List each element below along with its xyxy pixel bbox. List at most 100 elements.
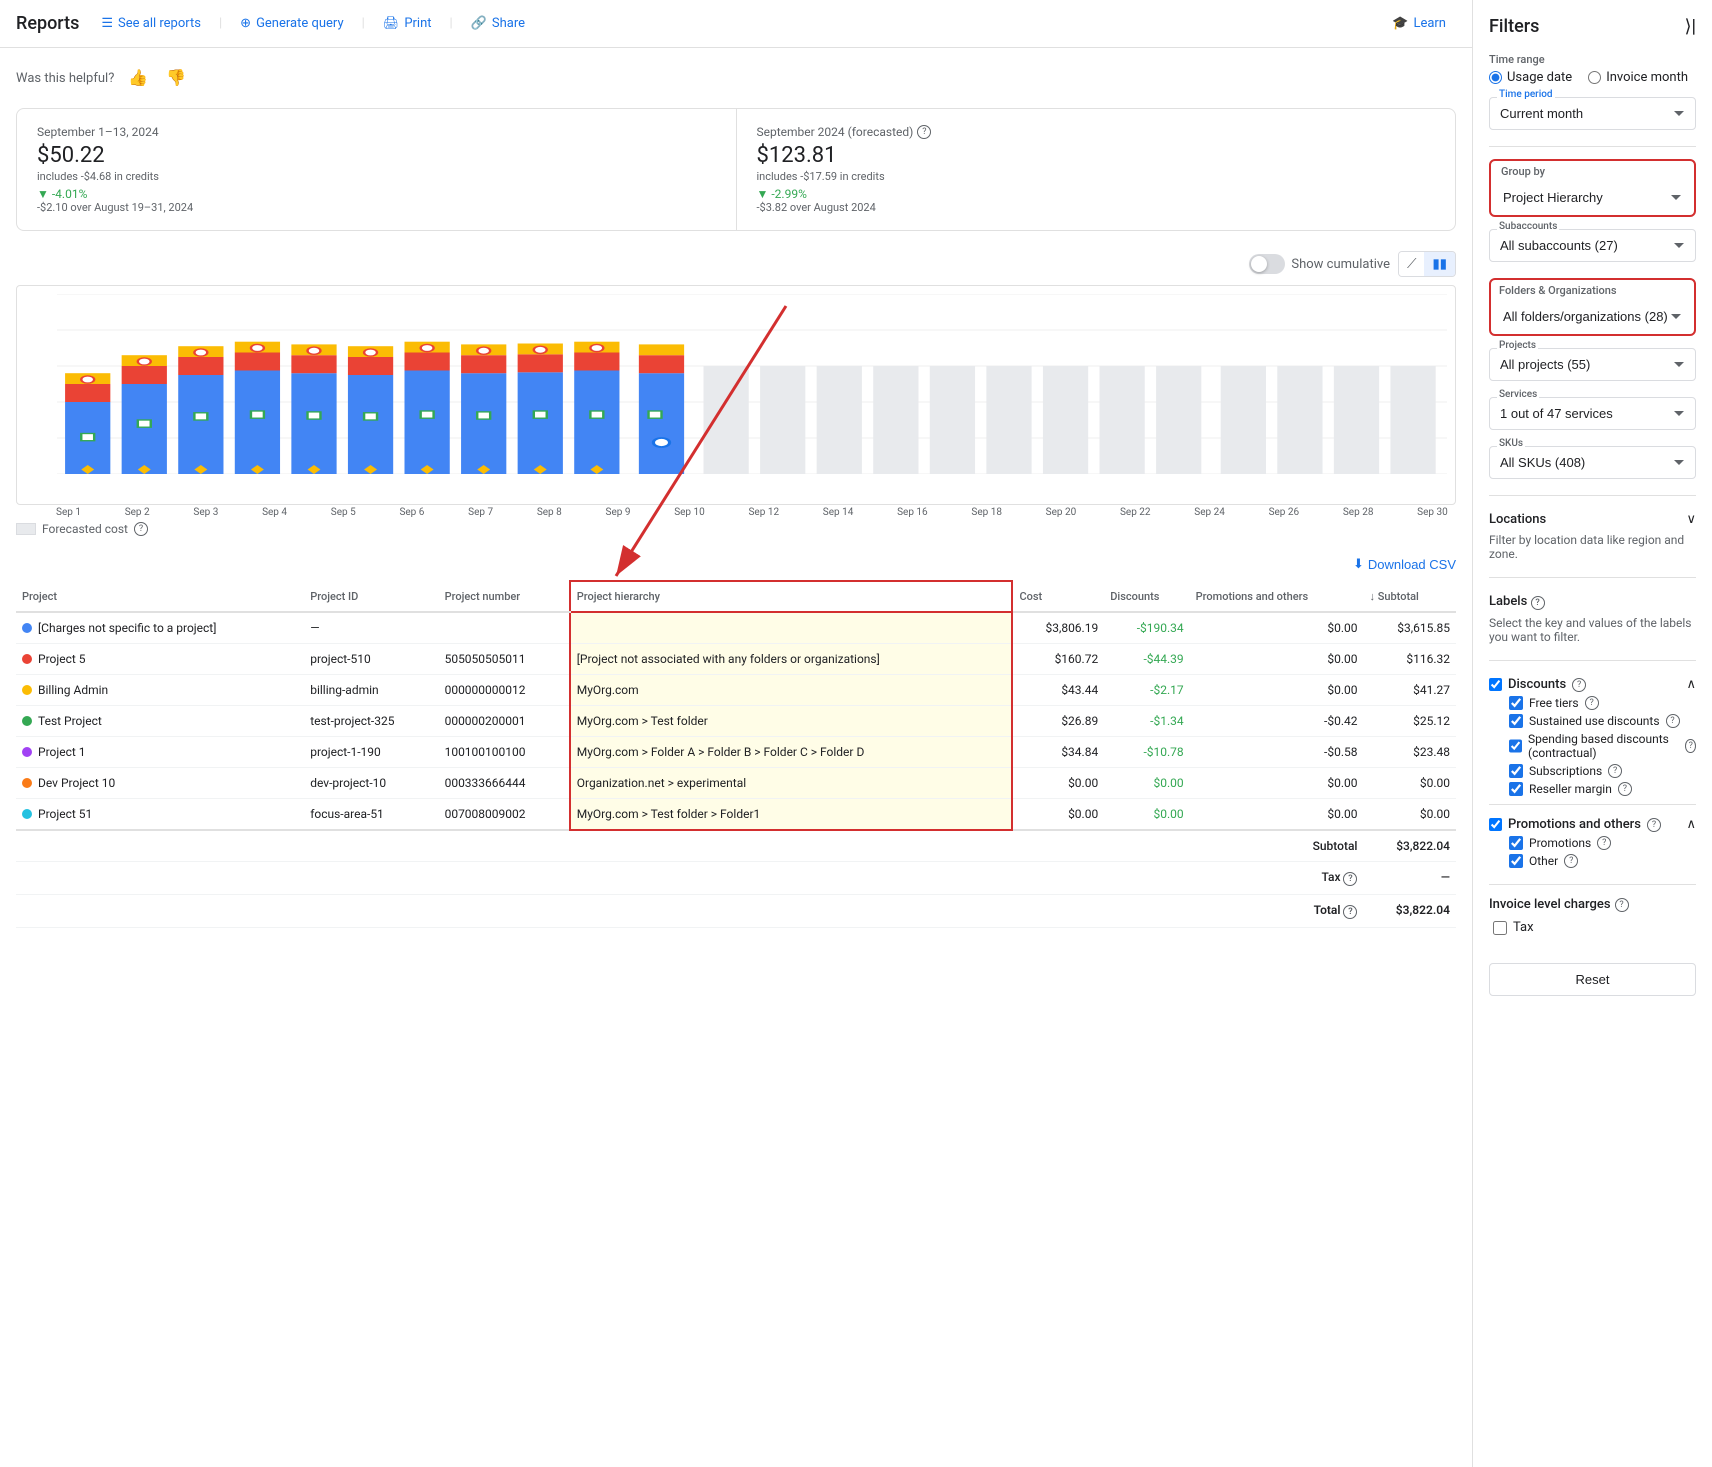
table-row: Billing Adminbilling-admin000000000012My… (16, 675, 1456, 706)
other-checkbox[interactable] (1509, 854, 1523, 868)
promotions-info-icon[interactable]: ? (1647, 818, 1661, 832)
forecast-info-icon[interactable]: ? (134, 522, 148, 536)
cell-promotions: $0.00 (1190, 644, 1364, 675)
spending-discounts-checkbox[interactable] (1509, 739, 1522, 753)
learn-link[interactable]: 🎓 Learn (1382, 10, 1456, 37)
cell-cost: $34.84 (1012, 737, 1104, 768)
skus-label: SKUs (1497, 438, 1525, 449)
generate-query-link[interactable]: ⊕ Generate query (230, 10, 353, 37)
chart-type-buttons[interactable]: ⟋ ▮▮ (1398, 251, 1456, 277)
current-month-select[interactable]: Current monthLast monthLast 3 monthsCust… (1489, 97, 1696, 130)
line-chart-button[interactable]: ⟋ (1399, 252, 1424, 276)
free-tiers-info-icon[interactable]: ? (1585, 696, 1599, 710)
cell-project-number: 000000200001 (439, 706, 570, 737)
cumulative-toggle[interactable] (1249, 254, 1285, 274)
cell-discounts: $0.00 (1104, 768, 1189, 799)
collapse-icon[interactable]: ⟩| (1685, 16, 1697, 37)
cell-subtotal: $23.48 (1363, 737, 1456, 768)
cell-promotions: $0.00 (1190, 768, 1364, 799)
table-row: Project 1project-1-190100100100100MyOrg.… (16, 737, 1456, 768)
other-info-icon[interactable]: ? (1564, 854, 1578, 868)
locations-desc: Filter by location data like region and … (1489, 533, 1696, 561)
sustained-discounts-item: Sustained use discounts ? (1489, 714, 1696, 728)
projects-section: Projects All projects (55) (1489, 348, 1696, 381)
invoice-month-radio[interactable] (1588, 71, 1601, 84)
print-link[interactable]: 🖨 Print (373, 10, 442, 37)
show-cumulative-control[interactable]: Show cumulative (1249, 254, 1390, 274)
cell-cost: $0.00 (1012, 768, 1104, 799)
cell-subtotal: $25.12 (1363, 706, 1456, 737)
free-tiers-checkbox[interactable] (1509, 696, 1523, 710)
group-by-label: Group by (1495, 163, 1692, 178)
labels-info-icon[interactable]: ? (1531, 596, 1545, 610)
chart-container (16, 285, 1456, 505)
group-by-select[interactable]: Project HierarchyServiceSKUProjectLocati… (1493, 182, 1692, 213)
cell-project-number: 100100100100 (439, 737, 570, 768)
cell-project-id: focus-area-51 (304, 799, 438, 831)
chart-svg (57, 294, 1447, 474)
promotions-chevron-icon: ∧ (1686, 817, 1696, 832)
cell-project-number: 000000000012 (439, 675, 570, 706)
cell-subtotal: $116.32 (1363, 644, 1456, 675)
folders-select[interactable]: All folders/organizations (28) (1493, 301, 1692, 332)
cell-promotions: $0.00 (1190, 612, 1364, 644)
cell-discounts: -$1.34 (1104, 706, 1189, 737)
page-title: Reports (16, 13, 79, 34)
promotions-sub-checkbox[interactable] (1509, 836, 1523, 850)
reseller-margin-item: Reseller margin ? (1489, 782, 1696, 796)
credits-header[interactable]: Discounts ? ∧ (1489, 673, 1696, 696)
subscriptions-item: Subscriptions ? (1489, 764, 1696, 778)
credits-info-icon[interactable]: ? (1572, 678, 1586, 692)
reseller-margin-info-icon[interactable]: ? (1618, 782, 1632, 796)
reset-button[interactable]: Reset (1489, 963, 1696, 996)
subaccounts-select[interactable]: All subaccounts (27) (1489, 229, 1696, 262)
see-all-reports-link[interactable]: ☰ See all reports (91, 10, 211, 37)
folders-wrapper: Folders & Organizations All folders/orga… (1489, 278, 1696, 336)
cell-discounts: -$2.17 (1104, 675, 1189, 706)
credits-checkbox[interactable] (1489, 678, 1502, 691)
thumbs-down-button[interactable]: 👎 (162, 64, 190, 92)
cell-project-id: project-1-190 (304, 737, 438, 768)
sustained-discounts-info-icon[interactable]: ? (1666, 714, 1680, 728)
cell-project-id: project-510 (304, 644, 438, 675)
table-header: ⬇ Download CSV (16, 556, 1456, 572)
subscriptions-checkbox[interactable] (1509, 764, 1523, 778)
subscriptions-info-icon[interactable]: ? (1608, 764, 1622, 778)
stat-label-period1: September 1–13, 2024 (37, 125, 716, 139)
reseller-margin-checkbox[interactable] (1509, 782, 1523, 796)
stat-credits-period2: includes -$17.59 in credits (757, 170, 1436, 183)
tax-info-icon[interactable]: ? (1343, 872, 1357, 886)
promotions-checkbox[interactable] (1489, 818, 1502, 831)
thumbs-up-button[interactable]: 👍 (124, 64, 152, 92)
cell-promotions: $0.00 (1190, 675, 1364, 706)
table-row: Project 51focus-area-51007008009002MyOrg… (16, 799, 1456, 831)
spending-discounts-info-icon[interactable]: ? (1685, 739, 1696, 753)
labels-desc: Select the key and values of the labels … (1489, 616, 1696, 644)
share-link[interactable]: 🔗 Share (461, 10, 535, 37)
invoice-month-radio-label[interactable]: Invoice month (1588, 70, 1688, 85)
sustained-discounts-checkbox[interactable] (1509, 714, 1523, 728)
chart-section: Show cumulative ⟋ ▮▮ (16, 251, 1456, 536)
group-by-wrapper: Group by Project HierarchyServiceSKUProj… (1489, 159, 1696, 217)
skus-select[interactable]: All SKUs (408) (1489, 446, 1696, 479)
promotions-sub-info-icon[interactable]: ? (1597, 836, 1611, 850)
usage-date-radio[interactable] (1489, 71, 1502, 84)
usage-date-radio-label[interactable]: Usage date (1489, 70, 1572, 85)
total-info-icon[interactable]: ? (1343, 905, 1357, 919)
services-select[interactable]: 1 out of 47 servicesAll services (1489, 397, 1696, 430)
bar-chart-button[interactable]: ▮▮ (1424, 252, 1455, 276)
invoice-charges-info-icon[interactable]: ? (1615, 898, 1629, 912)
tax-invoice-checkbox[interactable] (1493, 921, 1507, 935)
stat-change-period1: ▼ -4.01% (37, 187, 716, 201)
forecasted-info-icon[interactable]: ? (917, 125, 931, 139)
locations-header[interactable]: Locations ∨ (1489, 508, 1696, 531)
download-csv-button[interactable]: ⬇ Download CSV (1353, 556, 1456, 572)
promotions-header[interactable]: Promotions and others ? ∧ (1489, 813, 1696, 836)
col-header-project-hierarchy: Project hierarchy (570, 581, 1013, 612)
projects-select[interactable]: All projects (55) (1489, 348, 1696, 381)
cell-cost: $0.00 (1012, 799, 1104, 831)
toggle-knob (1251, 256, 1267, 272)
labels-header[interactable]: Labels ? (1489, 590, 1696, 614)
table-row: Test Projecttest-project-325000000200001… (16, 706, 1456, 737)
table-row: Project 5project-510505050505011[Project… (16, 644, 1456, 675)
